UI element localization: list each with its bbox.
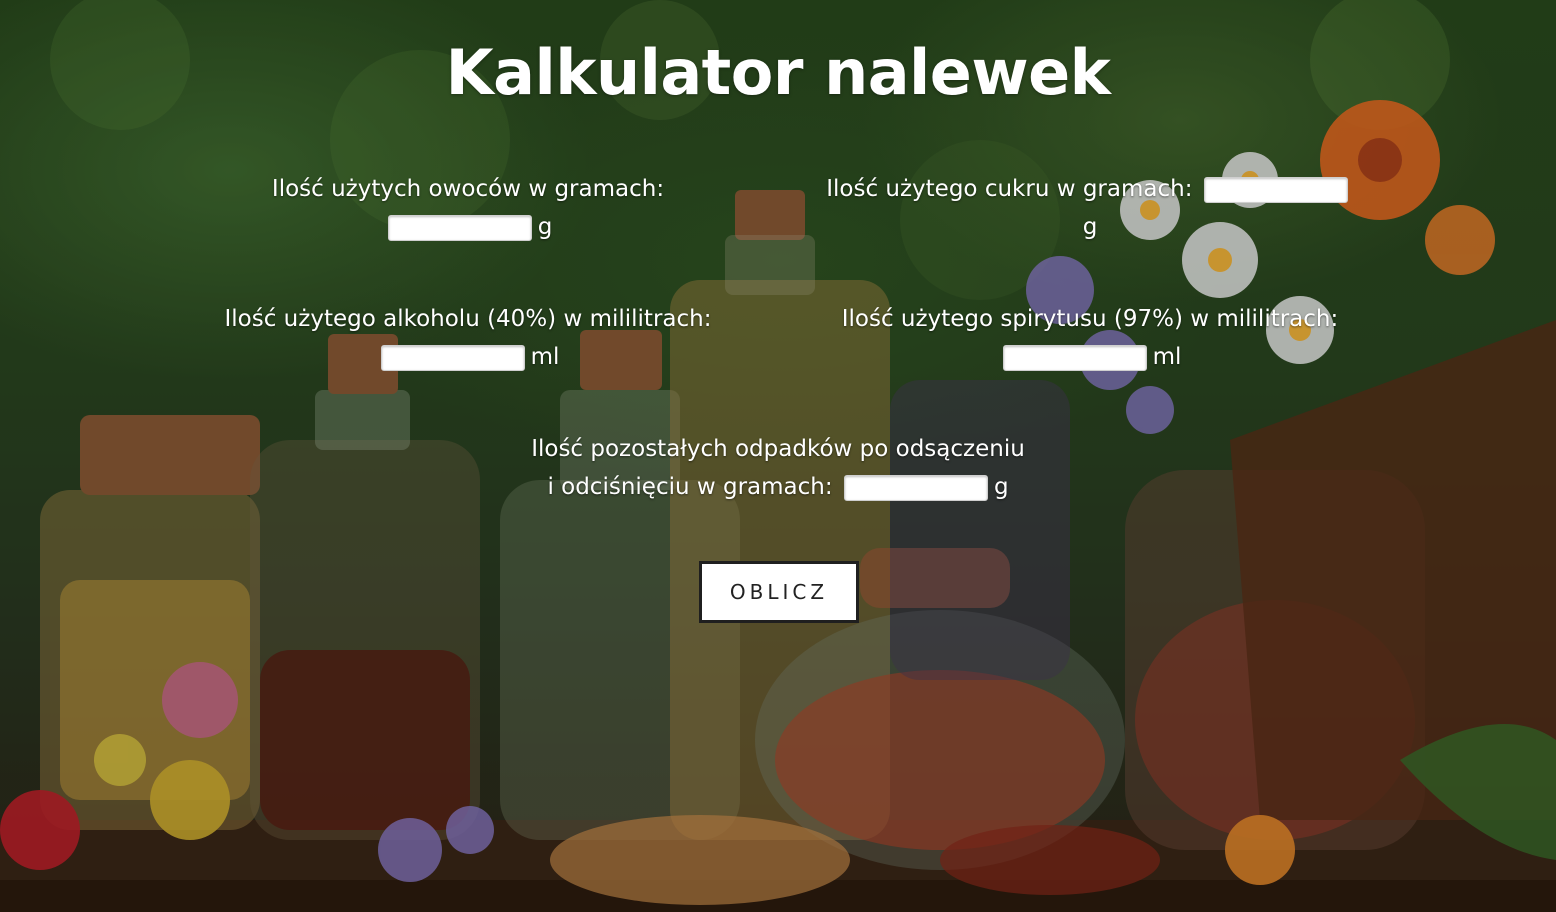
fruit-field: Ilość użytych owoców w gramach: g [190, 170, 746, 246]
waste-label-line1: Ilość pozostałych odpadków po odsączeniu [531, 436, 1025, 462]
spirit-label: Ilość użytego spirytusu (97%) w mililitr… [841, 306, 1339, 332]
waste-field: Ilość pozostałych odpadków po odsączeniu… [470, 430, 1086, 506]
sugar-unit: g [1082, 214, 1098, 240]
alcohol-input[interactable] [380, 344, 525, 371]
spirit-unit: ml [1152, 344, 1182, 370]
calculator-form: Kalkulator nalewek Ilość użytych owoców … [0, 0, 1556, 912]
fruit-input[interactable] [387, 214, 532, 241]
waste-input[interactable] [843, 474, 988, 501]
sugar-label: Ilość użytego cukru w gramach: [826, 176, 1193, 202]
sugar-input[interactable] [1203, 176, 1348, 203]
fruit-unit: g [537, 214, 553, 240]
calculate-button[interactable]: OBLICZ [699, 561, 859, 623]
page-title: Kalkulator nalewek [445, 36, 1111, 109]
fruit-label: Ilość użytych owoców w gramach: [271, 176, 665, 202]
spirit-field: Ilość użytego spirytusu (97%) w mililitr… [790, 300, 1390, 376]
waste-label-line2: i odciśnięciu w gramach: [547, 474, 833, 500]
spirit-input[interactable] [1002, 344, 1147, 371]
alcohol-unit: ml [530, 344, 560, 370]
alcohol-field: Ilość użytego alkoholu (40%) w mililitra… [190, 300, 746, 376]
waste-unit: g [993, 474, 1009, 500]
sugar-field: Ilość użytego cukru w gramach: g [790, 170, 1390, 246]
alcohol-label: Ilość użytego alkoholu (40%) w mililitra… [224, 306, 712, 332]
